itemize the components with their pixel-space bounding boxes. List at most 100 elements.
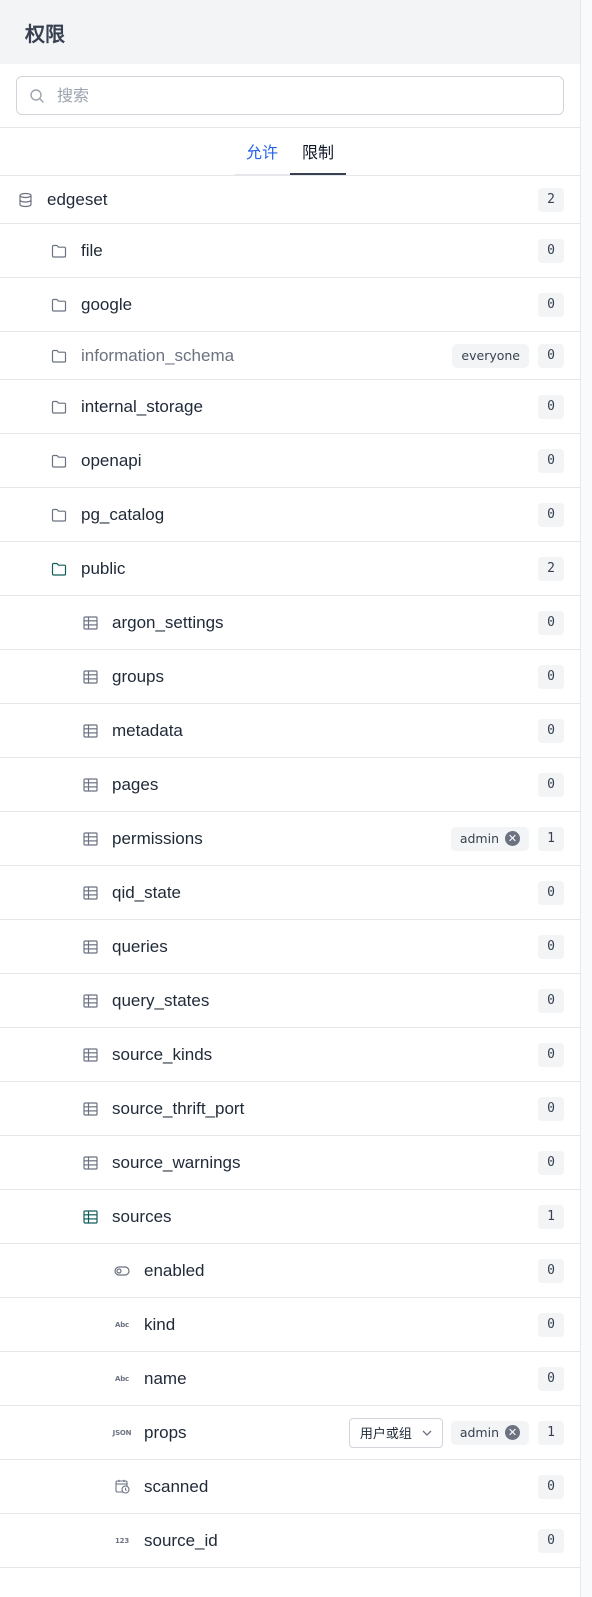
tree-item-label: metadata xyxy=(112,720,183,740)
icon-text: JSON xyxy=(112,1428,132,1437)
count-badge: 0 xyxy=(538,1366,564,1391)
table-icon xyxy=(82,993,98,1009)
calendar-clock-icon xyxy=(114,1479,130,1495)
table-icon xyxy=(82,777,98,793)
folder-icon xyxy=(51,399,67,415)
tree-item-table[interactable]: sources 1 xyxy=(0,1190,580,1244)
tree-item-schema[interactable]: file 0 xyxy=(0,224,580,278)
tab-allow[interactable]: 允许 xyxy=(233,128,290,175)
tree-item-label: pg_catalog xyxy=(81,504,165,524)
chevron-down-icon xyxy=(422,1430,432,1436)
tree-item-label: query_states xyxy=(112,990,210,1010)
folder-icon xyxy=(51,453,67,469)
search-icon xyxy=(29,88,45,104)
icon-text: Abc xyxy=(115,1374,129,1383)
tree-item-table[interactable]: permissions admin ✕ 1 xyxy=(0,812,580,866)
database-icon xyxy=(17,192,33,208)
count-badge: 0 xyxy=(538,1258,564,1283)
user-or-group-select[interactable]: 用户或组 xyxy=(348,1417,443,1448)
tree-item-database[interactable]: edgeset 2 xyxy=(0,176,580,224)
count-badge: 0 xyxy=(538,1150,564,1175)
tree-item-label: pages xyxy=(112,774,159,794)
tree-item-label: public xyxy=(81,558,126,578)
search-box[interactable] xyxy=(16,76,564,115)
grantee-name: admin xyxy=(459,831,499,846)
tab-bar: 允许 限制 xyxy=(0,128,580,176)
icon-text: Abc xyxy=(115,1320,129,1329)
panel-header: 权限 xyxy=(0,0,580,64)
table-icon xyxy=(82,831,98,847)
table-icon xyxy=(82,1101,98,1117)
tree-item-table[interactable]: qid_state 0 xyxy=(0,866,580,920)
tree-item-schema[interactable]: internal_storage 0 xyxy=(0,380,580,434)
tree-item-table[interactable]: metadata 0 xyxy=(0,704,580,758)
tree-item-label: props xyxy=(144,1422,187,1442)
count-badge: 0 xyxy=(538,664,564,689)
tree-item-label: information_schema xyxy=(81,345,235,365)
tree-item-schema[interactable]: openapi 0 xyxy=(0,434,580,488)
json-icon: JSON xyxy=(112,1425,132,1441)
search-section xyxy=(0,64,580,128)
icon-text: 123 xyxy=(114,1536,129,1545)
table-icon xyxy=(82,885,98,901)
number-icon: 123 xyxy=(114,1533,130,1549)
count-badge: 0 xyxy=(538,343,564,368)
tree-item-table[interactable]: query_states 0 xyxy=(0,974,580,1028)
count-badge: 0 xyxy=(538,1042,564,1067)
tree-item-label: scanned xyxy=(144,1476,209,1496)
tree-item-table[interactable]: groups 0 xyxy=(0,650,580,704)
tree-item-table[interactable]: pages 0 xyxy=(0,758,580,812)
table-icon xyxy=(82,1155,98,1171)
tree-item-label: permissions xyxy=(112,828,203,848)
table-icon xyxy=(82,723,98,739)
tree-item-column[interactable]: JSON props 用户或组 admin ✕ 1 xyxy=(0,1406,580,1460)
count-badge: 0 xyxy=(538,880,564,905)
count-badge: 0 xyxy=(538,448,564,473)
count-badge: 0 xyxy=(538,292,564,317)
grantee-name: admin xyxy=(459,1425,499,1440)
table-icon xyxy=(82,669,98,685)
tree-item-schema[interactable]: public 2 xyxy=(0,542,580,596)
count-badge: 0 xyxy=(538,394,564,419)
tree-item-label: name xyxy=(144,1368,187,1388)
scrollbar[interactable] xyxy=(581,0,592,1597)
tree-item-label: google xyxy=(81,294,133,314)
tree-item-label: qid_state xyxy=(112,882,181,902)
tree-item-schema[interactable]: information_schema everyone 0 xyxy=(0,332,580,380)
table-icon xyxy=(82,1047,98,1063)
tree-item-column[interactable]: 123 source_id 0 xyxy=(0,1514,580,1568)
table-icon xyxy=(82,615,98,631)
tree-item-table[interactable]: source_warnings 0 xyxy=(0,1136,580,1190)
grantee-chip: everyone xyxy=(452,343,529,368)
tree-item-column[interactable]: enabled 0 xyxy=(0,1244,580,1298)
tree-item-label: kind xyxy=(144,1314,176,1334)
remove-icon[interactable]: ✕ xyxy=(505,1425,520,1440)
tree-item-label: groups xyxy=(112,666,164,686)
tree-item-column[interactable]: scanned 0 xyxy=(0,1460,580,1514)
tree-item-schema[interactable]: pg_catalog 0 xyxy=(0,488,580,542)
search-input[interactable] xyxy=(57,86,537,105)
tree-item-label: internal_storage xyxy=(81,396,203,416)
tree-item-label: argon_settings xyxy=(112,612,224,632)
count-badge: 1 xyxy=(538,1204,564,1229)
count-badge: 0 xyxy=(538,718,564,743)
count-badge: 1 xyxy=(538,1420,564,1445)
tree-item-column[interactable]: Abc kind 0 xyxy=(0,1298,580,1352)
tree-item-table[interactable]: source_kinds 0 xyxy=(0,1028,580,1082)
tree-item-label: edgeset xyxy=(47,189,108,209)
permission-tree: edgeset 2 file 0 google 0 information_schema ev… xyxy=(0,176,580,1568)
folder-icon xyxy=(51,561,67,577)
tree-item-label: queries xyxy=(112,936,168,956)
tree-item-schema[interactable]: google 0 xyxy=(0,278,580,332)
count-badge: 0 xyxy=(538,1474,564,1499)
grantee-chip: admin ✕ xyxy=(450,1420,529,1445)
tree-item-label: enabled xyxy=(144,1260,205,1280)
tree-item-table[interactable]: queries 0 xyxy=(0,920,580,974)
remove-icon[interactable]: ✕ xyxy=(505,831,520,846)
tab-restrict[interactable]: 限制 xyxy=(290,128,347,175)
count-badge: 0 xyxy=(538,772,564,797)
tree-item-table[interactable]: argon_settings 0 xyxy=(0,596,580,650)
tree-item-table[interactable]: source_thrift_port 0 xyxy=(0,1082,580,1136)
tree-item-label: openapi xyxy=(81,450,142,470)
tree-item-column[interactable]: Abc name 0 xyxy=(0,1352,580,1406)
